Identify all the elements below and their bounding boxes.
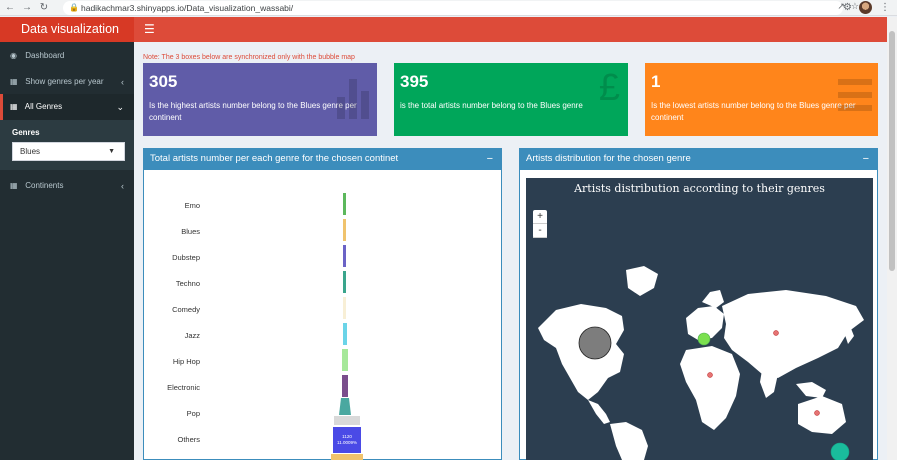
genres-select[interactable]: Blues ▼ [12, 142, 125, 161]
arrow-left-icon[interactable]: ← [3, 1, 17, 15]
value-box-total: 395 is the total artists number belong t… [394, 63, 628, 136]
others-value-label: 1120 [342, 434, 352, 439]
bar-blues[interactable] [343, 219, 346, 241]
bar-jazz[interactable] [343, 323, 347, 345]
sidebar-item-show-genres-per-year[interactable]: ▦ Show genres per year ‹ [0, 69, 134, 95]
value-box-number: 1 [651, 72, 661, 91]
zoom-in-button[interactable]: + [533, 210, 547, 224]
bar-dubstep[interactable] [343, 245, 346, 267]
chevron-down-icon: ⌄ [116, 102, 124, 112]
collapse-icon[interactable]: − [863, 148, 869, 170]
value-box-highest: 305 Is the highest artists number belong… [143, 63, 377, 136]
hamburger-menu-icon[interactable]: ☰ [144, 17, 155, 42]
sidebar-item-label: Dashboard [25, 51, 65, 60]
zoom-out-button[interactable]: - [533, 224, 547, 238]
bar-comedy[interactable] [343, 297, 346, 319]
bar-emo[interactable] [343, 193, 346, 215]
genre-chart-panel: Total artists number per each genre for … [143, 148, 502, 460]
bar-bottom [331, 454, 363, 460]
world-map [538, 266, 864, 460]
bar-chart-icon [337, 79, 371, 119]
scrollbar-thumb[interactable] [889, 31, 895, 271]
bubble-asia[interactable] [773, 330, 779, 336]
address-bar[interactable]: 🔒 hadikachmar3.shinyapps.io/Data_visuali… [63, 1, 843, 15]
profile-avatar[interactable] [859, 1, 872, 14]
others-percent-label: 11.0009% [337, 440, 357, 445]
chevron-left-icon: ‹ [121, 77, 124, 87]
sidebar-item-label: Show genres per year [25, 77, 104, 86]
url-text: hadikachmar3.shinyapps.io/Data_visualiza… [81, 3, 294, 13]
panel-header: Artists distribution for the chosen genr… [519, 148, 878, 170]
page-scrollbar[interactable] [887, 17, 897, 460]
value-box-lowest: 1 Is the lowest artists number belong to… [645, 63, 878, 136]
app-logo[interactable]: Data visualization [0, 17, 134, 42]
star-icon[interactable]: ☆ [851, 1, 859, 12]
bar-hip-hop[interactable] [342, 349, 348, 371]
map-panel: Artists distribution for the chosen genr… [519, 148, 878, 460]
map-zoom-control: + - [533, 210, 547, 238]
dashboard-icon: ◉ [10, 51, 17, 60]
sidebar-item-label: All Genres [24, 102, 63, 111]
chevron-left-icon: ‹ [121, 181, 124, 191]
genres-label: Genres [12, 128, 40, 137]
bubble-north-america[interactable] [578, 326, 612, 360]
panel-title: Artists distribution for the chosen genr… [526, 153, 691, 164]
bubble-map[interactable]: Artists distribution according to their … [526, 178, 873, 460]
genre-funnel-chart: 1120 11.0009% [331, 193, 363, 460]
list-icon [838, 79, 872, 111]
bubble-europe[interactable] [697, 332, 711, 346]
bar-pop[interactable] [339, 398, 351, 415]
bubble-oceania[interactable] [830, 442, 850, 460]
extensions-icon[interactable]: ⚙ [843, 2, 852, 13]
value-box-number: 395 [400, 72, 429, 91]
lock-icon[interactable]: 🔒 [69, 1, 79, 15]
browser-toolbar: ← → ↻ 🔒 hadikachmar3.shinyapps.io/Data_v… [0, 0, 897, 16]
top-navbar: ☰ [134, 17, 887, 42]
caret-down-icon: ▼ [108, 148, 115, 155]
calendar-icon: ▦ [10, 181, 18, 190]
bar-pop-base [334, 416, 360, 425]
browser-menu-icon[interactable]: ⋮ [880, 0, 890, 16]
bar-techno[interactable] [343, 271, 346, 293]
genres-selected-value: Blues [20, 147, 41, 156]
sidebar: ◉ Dashboard ▦ Show genres per year ‹ ▦ A… [0, 42, 134, 460]
arrow-right-icon[interactable]: → [20, 1, 34, 15]
value-box-number: 305 [149, 72, 178, 91]
pound-icon: £ [598, 67, 620, 109]
calendar-icon: ▦ [10, 102, 18, 111]
sidebar-item-all-genres[interactable]: ▦ All Genres ⌄ [0, 94, 134, 120]
bar-electronic[interactable] [342, 375, 348, 397]
bubble-africa[interactable] [707, 372, 713, 378]
reload-icon[interactable]: ↻ [37, 1, 51, 15]
sidebar-item-dashboard[interactable]: ◉ Dashboard [0, 43, 134, 69]
value-box-text: Is the highest artists number belong to … [149, 101, 357, 122]
value-box-text: is the total artists number belong to th… [400, 101, 583, 110]
bubble-australia[interactable] [814, 410, 820, 416]
sync-note: Note: The 3 boxes below are synchronized… [143, 54, 355, 61]
sidebar-item-continents[interactable]: ▦ Continents ‹ [0, 173, 134, 199]
calendar-icon: ▦ [10, 77, 18, 86]
sidebar-item-label: Continents [25, 181, 64, 190]
